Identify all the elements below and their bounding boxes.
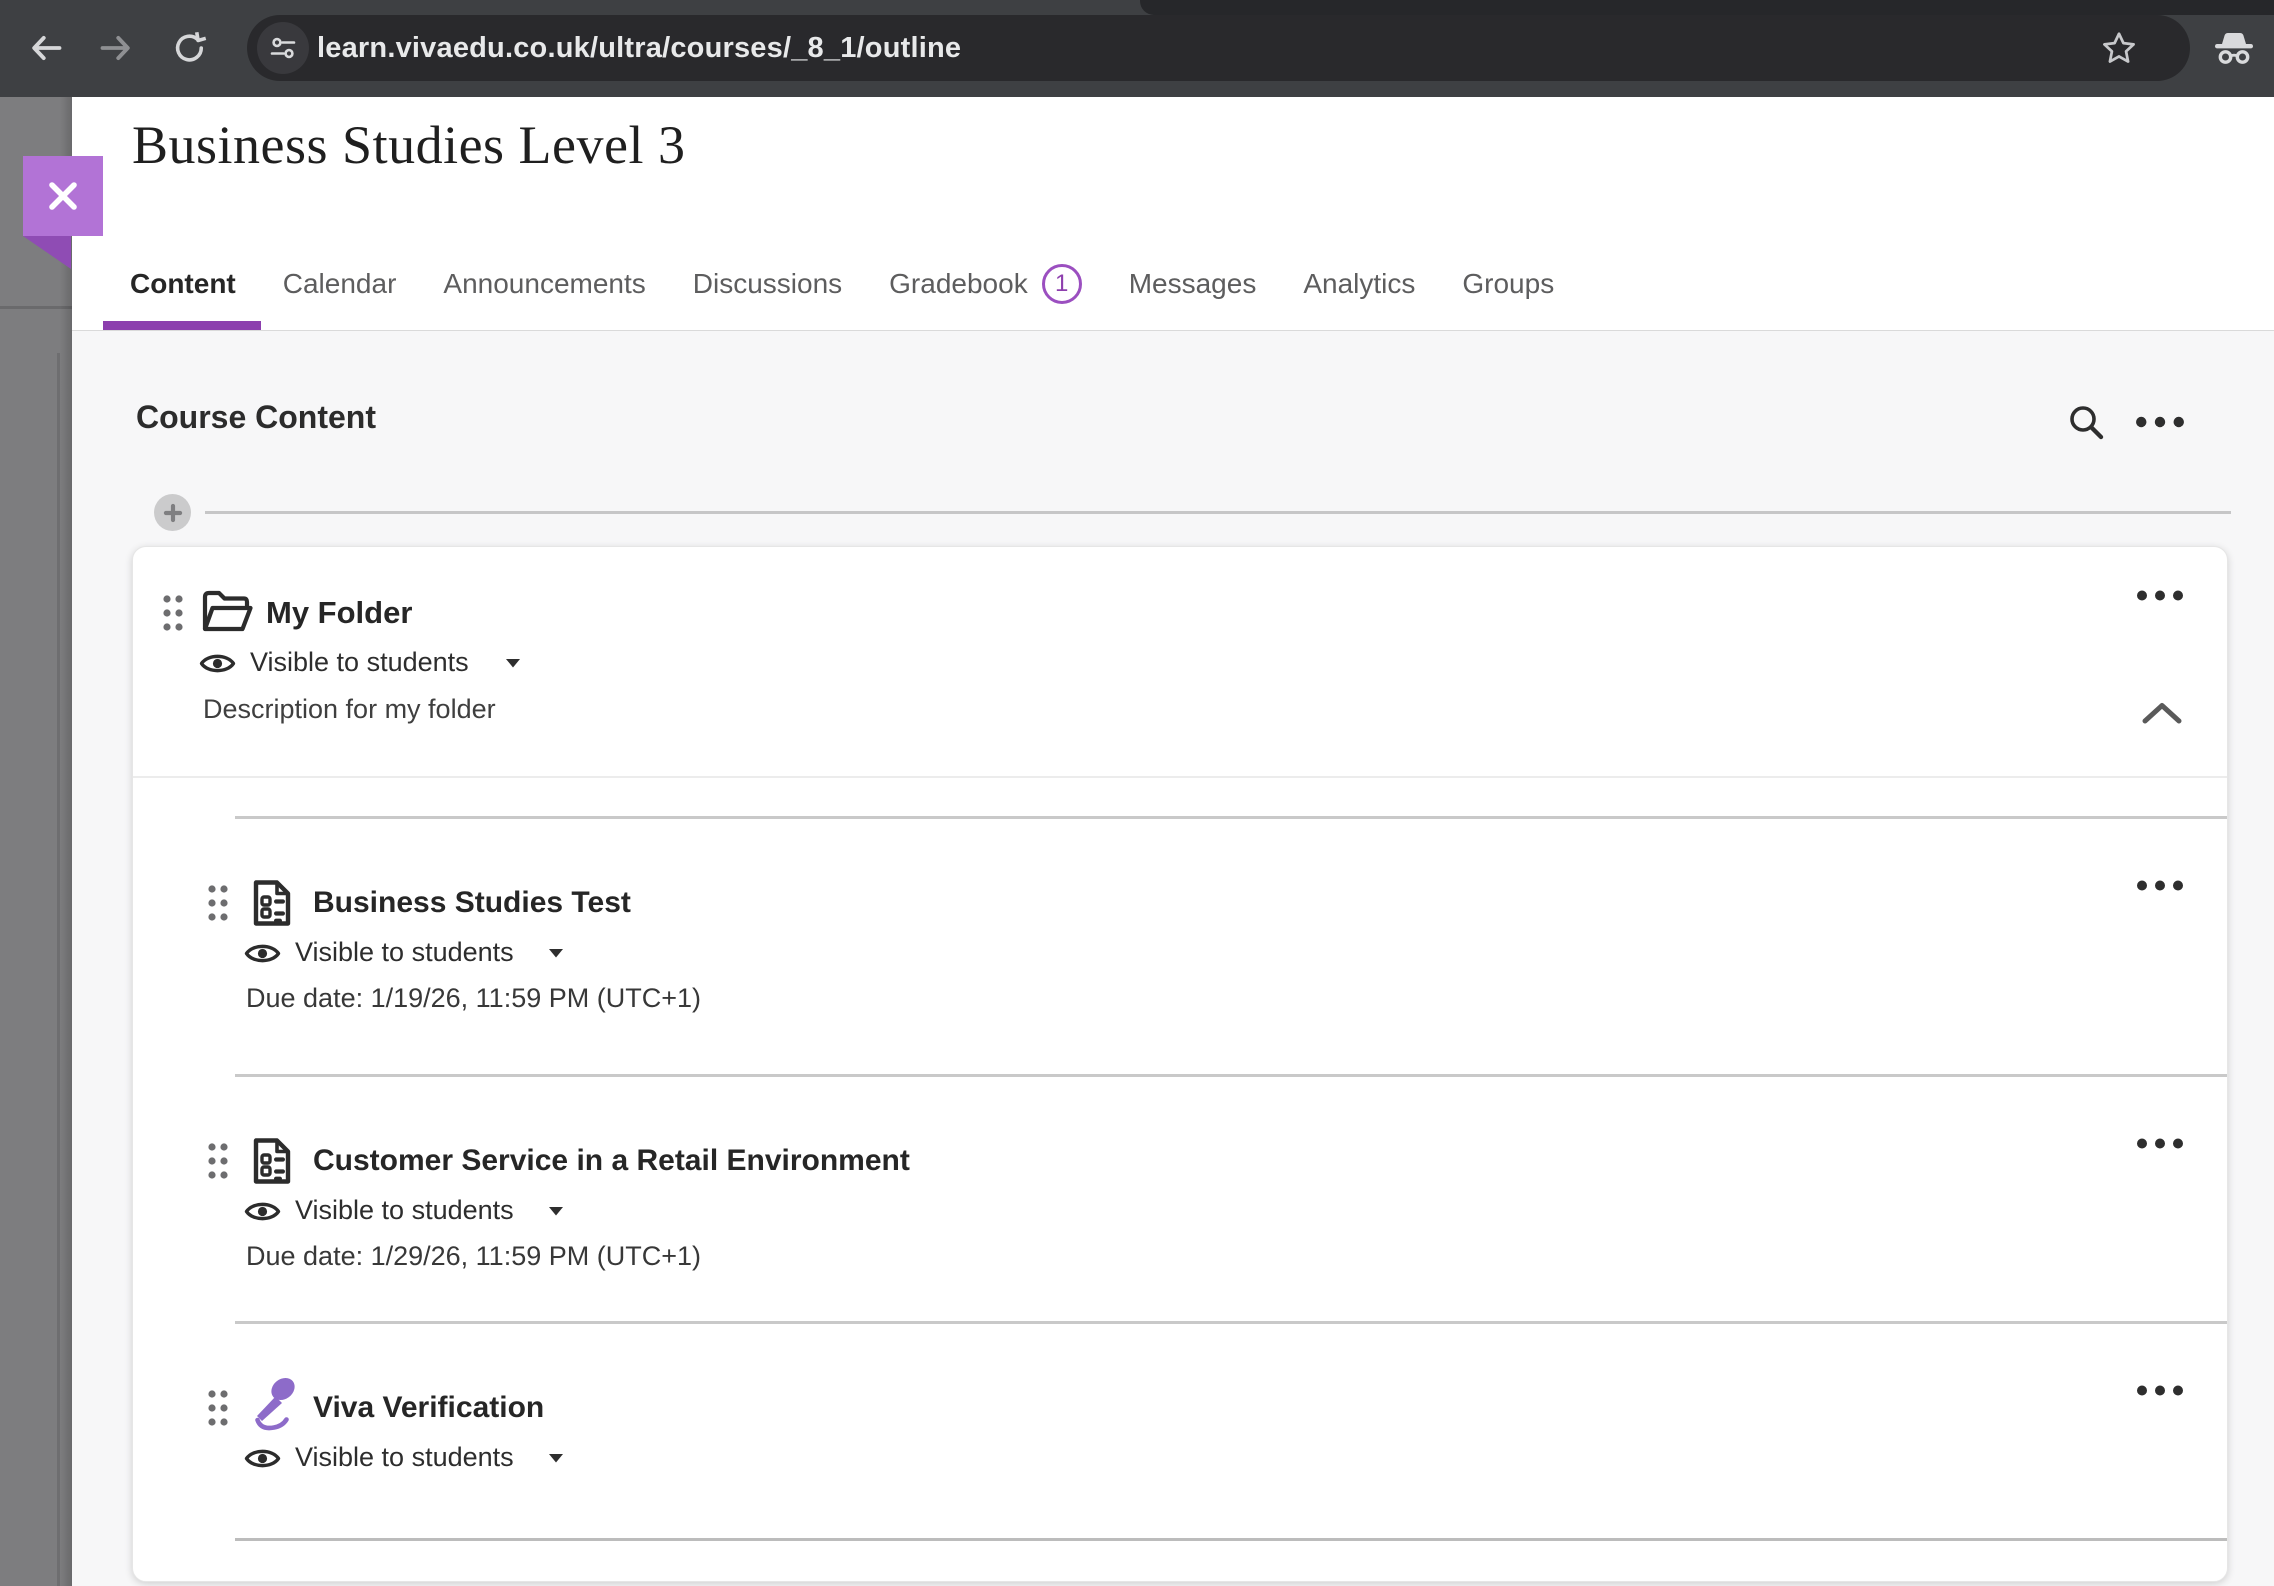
caret-down-icon[interactable] <box>548 1206 564 1216</box>
page-title: Business Studies Level 3 <box>132 114 685 176</box>
item-options-icon[interactable] <box>2136 880 2184 891</box>
due-date: Due date: 1/19/26, 11:59 PM (UTC+1) <box>246 983 701 1014</box>
folder-description: Description for my folder <box>203 694 496 725</box>
item-divider <box>235 1538 2227 1541</box>
eye-icon <box>199 650 236 677</box>
close-panel-button[interactable] <box>23 156 103 236</box>
forward-icon[interactable] <box>98 30 134 66</box>
item-title[interactable]: Business Studies Test <box>313 886 631 920</box>
test-document-icon <box>251 1136 293 1186</box>
visibility-dropdown[interactable]: Visible to students <box>295 937 514 968</box>
tab-content[interactable]: Content <box>130 237 236 330</box>
content-options-icon[interactable] <box>2135 416 2185 428</box>
folder-title[interactable]: My Folder <box>266 595 412 631</box>
tab-messages[interactable]: Messages <box>1129 237 1257 330</box>
add-content-button[interactable] <box>154 494 191 531</box>
tab-analytics[interactable]: Analytics <box>1303 237 1415 330</box>
drag-handle-icon[interactable] <box>207 1142 229 1180</box>
tab-strip <box>1140 0 2274 15</box>
content-card: My Folder Visible to students Descriptio… <box>132 546 2228 1582</box>
drag-handle-icon[interactable] <box>207 1389 229 1427</box>
eye-icon <box>244 1198 281 1225</box>
site-settings-icon[interactable] <box>257 22 309 74</box>
due-date: Due date: 1/29/26, 11:59 PM (UTC+1) <box>246 1241 701 1272</box>
search-icon[interactable] <box>2066 402 2106 442</box>
incognito-icon <box>2212 26 2256 70</box>
reload-icon[interactable] <box>172 30 208 66</box>
close-icon <box>45 178 81 214</box>
test-document-icon <box>251 878 293 928</box>
visibility-dropdown[interactable]: Visible to students <box>250 647 469 678</box>
visibility-dropdown[interactable]: Visible to students <box>295 1442 514 1473</box>
back-icon[interactable] <box>28 30 64 66</box>
tab-gradebook[interactable]: Gradebook 1 <box>889 237 1082 330</box>
tab-discussions[interactable]: Discussions <box>693 237 842 330</box>
item-title[interactable]: Viva Verification <box>313 1391 544 1425</box>
visibility-dropdown[interactable]: Visible to students <box>295 1195 514 1226</box>
add-content-divider <box>205 511 2231 514</box>
caret-down-icon[interactable] <box>548 948 564 958</box>
bookmark-star-icon[interactable] <box>2100 29 2138 67</box>
item-options-icon[interactable] <box>2136 1138 2184 1149</box>
drag-handle-icon[interactable] <box>207 884 229 922</box>
content-heading: Course Content <box>136 399 376 436</box>
gradebook-count-badge: 1 <box>1042 264 1082 304</box>
content-item-viva-verification: Viva Verification Visible to students <box>133 1323 2227 1538</box>
tab-calendar[interactable]: Calendar <box>283 237 397 330</box>
address-bar[interactable]: learn.vivaedu.co.uk/ultra/courses/_8_1/o… <box>247 15 2190 81</box>
folder-icon <box>199 587 253 637</box>
folder-options-icon[interactable] <box>2136 590 2184 601</box>
url-text[interactable]: learn.vivaedu.co.uk/ultra/courses/_8_1/o… <box>317 15 961 81</box>
content-item-customer-service: Customer Service in a Retail Environment… <box>133 1076 2227 1326</box>
item-title[interactable]: Customer Service in a Retail Environment <box>313 1144 910 1178</box>
drag-handle-icon[interactable] <box>162 594 184 632</box>
browser-toolbar: learn.vivaedu.co.uk/ultra/courses/_8_1/o… <box>0 0 2274 97</box>
eye-icon <box>244 1445 281 1472</box>
course-tab-bar: Content Calendar Announcements Discussio… <box>130 237 1554 330</box>
eye-icon <box>244 940 281 967</box>
item-options-icon[interactable] <box>2136 1385 2184 1396</box>
caret-down-icon[interactable] <box>505 658 521 668</box>
tab-announcements[interactable]: Announcements <box>443 237 645 330</box>
base-page-backdrop <box>0 97 72 1586</box>
chevron-up-icon[interactable] <box>2141 701 2183 725</box>
microphone-icon <box>245 1375 301 1435</box>
content-item-business-studies-test: Business Studies Test Visible to student… <box>133 818 2227 1068</box>
tab-groups[interactable]: Groups <box>1462 237 1554 330</box>
folder-row: My Folder Visible to students Descriptio… <box>133 547 2227 778</box>
course-panel: Business Studies Level 3 Content Calenda… <box>72 97 2274 1586</box>
course-content-area: Course Content My Folder Visible to stud… <box>72 330 2274 1586</box>
caret-down-icon[interactable] <box>548 1453 564 1463</box>
